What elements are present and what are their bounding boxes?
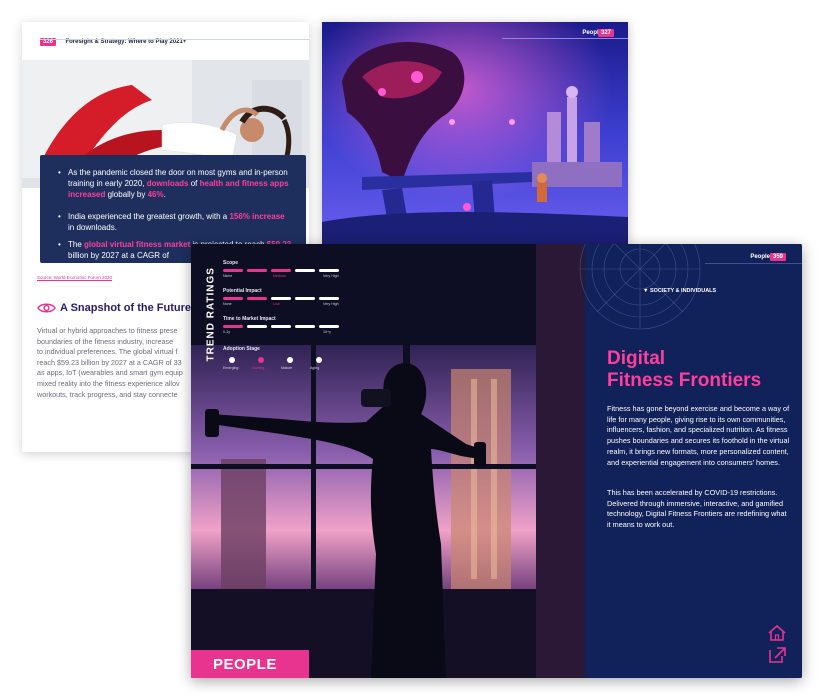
section-label: ▼ SOCIETY & INDIVIDUALS <box>643 288 716 294</box>
rating-label: Potential Impact <box>223 288 262 294</box>
rating-segment <box>319 269 339 272</box>
rating-segment <box>319 325 339 328</box>
rating-min-label: 0-1y <box>223 330 230 334</box>
front-spread: TREND RATINGS Scope Niche Medium Very High P… <box>191 244 802 678</box>
rating-max-label: Very High <box>323 274 339 278</box>
triangle-icon: ▼ <box>643 288 649 294</box>
article-title-line-1: Digital <box>607 348 666 369</box>
right-back-page: People 327 <box>322 22 628 246</box>
bullet-2-part-3: in downloads. <box>68 223 117 232</box>
bullet-1-part-5: globally by <box>105 190 148 199</box>
adoption-stage-name: Aging <box>310 366 320 370</box>
adoption-stage-dot <box>258 357 264 363</box>
bullet-3-part-5: billion by 2027 at a CAGR of <box>68 251 169 260</box>
article-paragraph-2: This has been accelerated by COVID-19 re… <box>607 488 787 530</box>
rating-segment <box>319 297 339 300</box>
adoption-stage-name: Gaining <box>252 366 265 370</box>
article-paragraph-1: Fitness has gone beyond exercise and bec… <box>607 404 790 467</box>
article-panel: People 359 ▼ SOCIETY & INDIVIDUALS Digit… <box>579 244 802 678</box>
adoption-stage-dot <box>229 357 235 363</box>
section-label-text: SOCIETY & INDIVIDUALS <box>649 288 717 294</box>
rating-segment <box>271 269 291 272</box>
adoption-stage-label: Adoption Stage <box>223 346 260 352</box>
header-divider <box>705 263 802 264</box>
bullet-dot: • <box>58 212 61 221</box>
stat-bullet-1: • As the pandemic closed the door on mos… <box>58 167 293 200</box>
external-link-icon[interactable] <box>767 646 787 664</box>
rating-segment <box>295 269 315 272</box>
rating-segment <box>247 297 267 300</box>
rating-segment <box>271 297 291 300</box>
bullet-3-part-1: The <box>68 240 85 249</box>
rating-max-label: Very High <box>323 302 339 306</box>
category-tag-label: PEOPLE <box>213 656 277 673</box>
section-title: A Snapshot of the Future <box>60 302 191 314</box>
rating-max-label: 10+y <box>323 330 331 334</box>
rating-label: Scope <box>223 260 239 266</box>
rating-mid-label: Low <box>273 302 280 306</box>
rating-label: Time to Market Impact <box>223 316 276 322</box>
article-title-line-2: Fitness Frontiers <box>607 370 762 391</box>
adoption-stage-name: Mature <box>281 366 293 370</box>
front-page-label: People <box>750 254 770 260</box>
front-page-number: 359 <box>769 253 786 261</box>
bullet-1-part-2: downloads <box>146 179 189 188</box>
header-divider <box>40 39 309 40</box>
header-divider <box>502 38 628 39</box>
fantasy-game-illustration <box>322 22 628 246</box>
source-link[interactable]: Source: World Economic Forum 2020 <box>37 275 112 280</box>
rating-mid-label: Medium <box>273 274 286 278</box>
rating-min-label: None <box>223 302 232 306</box>
bullet-2-part-1: India experienced the greatest growth, w… <box>68 212 230 221</box>
bullet-2-part-2: 156% increase <box>229 212 285 221</box>
rating-min-label: Niche <box>223 274 233 278</box>
rating-segment <box>247 269 267 272</box>
rating-segment <box>271 325 291 328</box>
adoption-stage-name: Emerging <box>223 366 239 370</box>
bullet-3-part-2: global virtual fitness market <box>84 240 191 249</box>
rating-segment <box>223 325 243 328</box>
trend-ratings-vertical-title: TREND RATINGS <box>205 262 217 372</box>
rating-segment <box>295 297 315 300</box>
home-icon[interactable] <box>767 624 787 642</box>
bullet-dot: • <box>58 168 61 177</box>
stat-bullet-2: • India experienced the greatest growth,… <box>58 211 293 233</box>
bullet-1-part-7: . <box>163 190 166 199</box>
rating-segment <box>223 297 243 300</box>
category-tag: PEOPLE <box>191 650 309 678</box>
rating-segment <box>247 325 267 328</box>
rating-segment <box>295 325 315 328</box>
article-title: Digital Fitness Frontiers <box>607 348 761 392</box>
adoption-stage-dot <box>287 357 293 363</box>
bullet-1-part-3: of <box>188 179 200 188</box>
eye-icon <box>37 303 56 313</box>
trend-ratings-panel: Scope Niche Medium Very High Potential Impac… <box>223 260 393 370</box>
trend-ratings-title: TREND RATINGS <box>205 267 217 362</box>
bullet-dot: • <box>58 240 61 249</box>
adoption-stage-dot <box>316 357 322 363</box>
bullet-1-part-6: 46% <box>147 190 164 199</box>
vr-fitness-photo: TREND RATINGS Scope Niche Medium Very High P… <box>191 244 585 678</box>
rating-segment <box>223 269 243 272</box>
right-back-page-number: 327 <box>597 29 614 37</box>
